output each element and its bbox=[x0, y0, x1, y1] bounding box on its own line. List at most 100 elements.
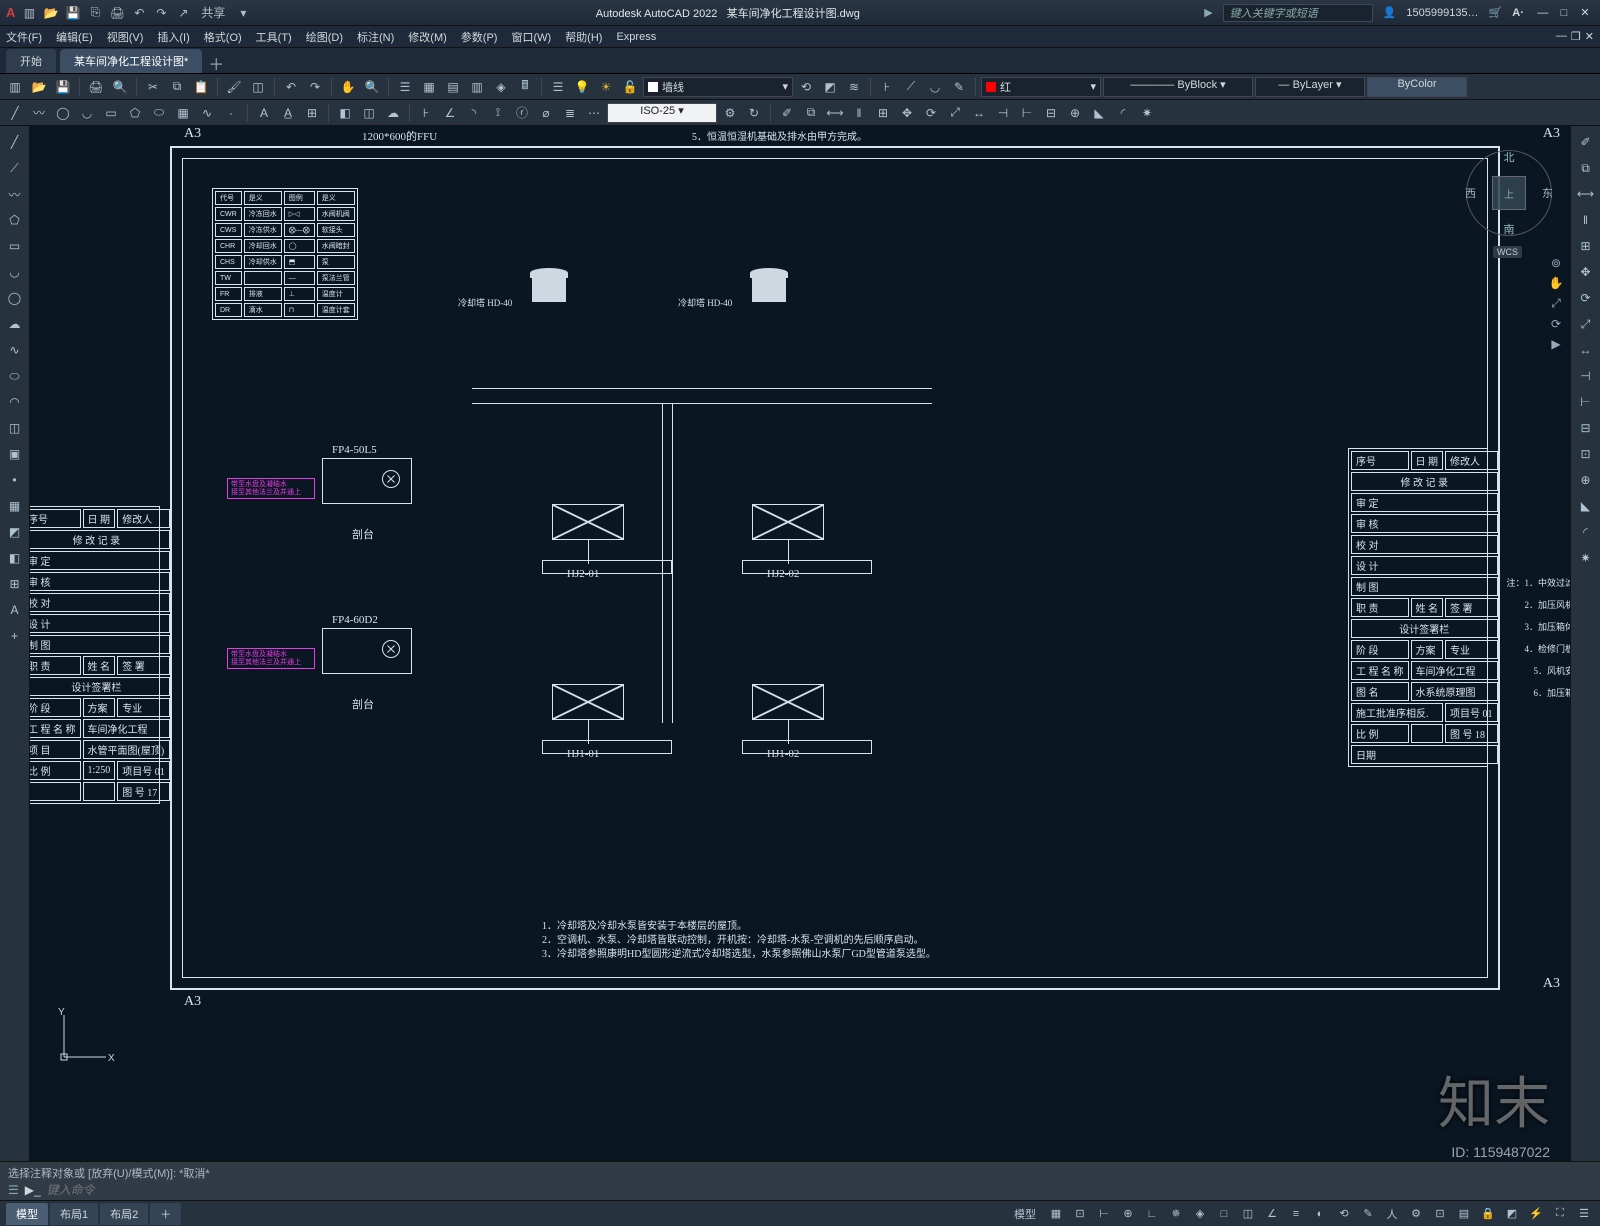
viewcube-north[interactable]: 北 bbox=[1504, 149, 1515, 165]
dimstyle-selector[interactable]: ISO-25 ▾ bbox=[607, 103, 717, 123]
rv-rotate-icon[interactable]: ⟳ bbox=[1574, 286, 1598, 310]
menu-modify[interactable]: 修改(M) bbox=[408, 29, 447, 45]
mod-trim-icon[interactable]: ⊣ bbox=[992, 102, 1014, 124]
help-search-input[interactable]: 键入关键字或短语 bbox=[1223, 4, 1373, 22]
std-undo-icon[interactable]: ↶ bbox=[280, 76, 302, 98]
menu-window[interactable]: 窗口(W) bbox=[511, 29, 551, 45]
menu-parametric[interactable]: 参数(P) bbox=[461, 29, 498, 45]
mod-stretch-icon[interactable]: ↔ bbox=[968, 102, 990, 124]
status-customize-icon[interactable]: ☰ bbox=[1574, 1204, 1594, 1224]
rv-mirror-icon[interactable]: ⟷ bbox=[1574, 182, 1598, 206]
menu-express[interactable]: Express bbox=[616, 31, 656, 43]
tab-start[interactable]: 开始 bbox=[6, 49, 56, 73]
new-tab-button[interactable]: ＋ bbox=[206, 53, 226, 73]
layer-match-icon[interactable]: ≋ bbox=[843, 76, 865, 98]
qat-open-icon[interactable]: 📂 bbox=[43, 5, 59, 21]
mdi-close-icon[interactable]: ✕ bbox=[1585, 30, 1594, 43]
cmd-arc-icon[interactable]: ◡ bbox=[76, 102, 98, 124]
user-name[interactable]: 1505999135… bbox=[1406, 7, 1478, 19]
rv-copy-icon[interactable]: ⧉ bbox=[1574, 156, 1598, 180]
dim-edit-icon[interactable]: ✎ bbox=[948, 76, 970, 98]
rv-offset-icon[interactable]: ‖ bbox=[1574, 208, 1598, 232]
std-save-icon[interactable]: 💾 bbox=[52, 76, 74, 98]
rv-stretch-icon[interactable]: ↔ bbox=[1574, 338, 1598, 362]
status-lockui-icon[interactable]: 🔒 bbox=[1478, 1204, 1498, 1224]
dim-update-icon[interactable]: ↻ bbox=[743, 102, 765, 124]
menu-tools[interactable]: 工具(T) bbox=[256, 29, 292, 45]
rv-erase-icon[interactable]: ✐ bbox=[1574, 130, 1598, 154]
cmd-revcloud-icon[interactable]: ☁ bbox=[382, 102, 404, 124]
v-ellipsearc-icon[interactable]: ◠ bbox=[3, 390, 27, 414]
status-polar-icon[interactable]: ✵ bbox=[1166, 1204, 1186, 1224]
cmd-point-icon[interactable]: · bbox=[220, 102, 242, 124]
dim-aligned-icon[interactable]: ⟋ bbox=[900, 76, 922, 98]
dim-style-mgr-icon[interactable]: ⚙ bbox=[719, 102, 741, 124]
status-selcycle-icon[interactable]: ⟲ bbox=[1334, 1204, 1354, 1224]
std-block-icon[interactable]: ◫ bbox=[247, 76, 269, 98]
v-table-icon[interactable]: ⊞ bbox=[3, 572, 27, 596]
cmd-mtext-icon[interactable]: A̲ bbox=[277, 102, 299, 124]
v-gradient-icon[interactable]: ◩ bbox=[3, 520, 27, 544]
v-addselected-icon[interactable]: + bbox=[3, 624, 27, 648]
qat-redo-icon[interactable]: ↷ bbox=[153, 5, 169, 21]
rv-scale-icon[interactable]: ⤢ bbox=[1574, 312, 1598, 336]
tab-current-drawing[interactable]: 某车间净化工程设计图* bbox=[60, 49, 202, 73]
plotstyle-selector[interactable]: ByColor bbox=[1367, 77, 1467, 97]
dim-continue-icon[interactable]: ⋯ bbox=[583, 102, 605, 124]
layer-manager-icon[interactable]: ☰ bbox=[547, 76, 569, 98]
cmd-circle-icon[interactable]: ◯ bbox=[52, 102, 74, 124]
cmd-rect-icon[interactable]: ▭ bbox=[100, 102, 122, 124]
v-line-icon[interactable]: ╱ bbox=[3, 130, 27, 154]
nav-pan-icon[interactable]: ✋ bbox=[1549, 276, 1564, 290]
menu-dimension[interactable]: 标注(N) bbox=[357, 29, 394, 45]
rv-array-icon[interactable]: ⊞ bbox=[1574, 234, 1598, 258]
v-polygon-icon[interactable]: ⬠ bbox=[3, 208, 27, 232]
status-hwaccel-icon[interactable]: ⚡ bbox=[1526, 1204, 1546, 1224]
status-units-icon[interactable]: ⊡ bbox=[1430, 1204, 1450, 1224]
std-matchprop-icon[interactable]: 🖌 bbox=[223, 76, 245, 98]
close-button[interactable]: ✕ bbox=[1576, 6, 1594, 19]
layer-selector[interactable]: 墙线 ▾ bbox=[643, 77, 793, 97]
std-toolpalettes-icon[interactable]: ▤ bbox=[442, 76, 464, 98]
status-ortho-icon[interactable]: ∟ bbox=[1142, 1204, 1162, 1224]
menu-insert[interactable]: 插入(I) bbox=[157, 29, 189, 45]
mod-offset-icon[interactable]: ‖ bbox=[848, 102, 870, 124]
status-transparency-icon[interactable]: ◐ bbox=[1310, 1204, 1330, 1224]
qat-dropdown-icon[interactable]: ▾ bbox=[235, 5, 251, 21]
color-selector[interactable]: 红 ▾ bbox=[981, 77, 1101, 97]
cmd-hatch-icon[interactable]: ▦ bbox=[172, 102, 194, 124]
menu-help[interactable]: 帮助(H) bbox=[565, 29, 602, 45]
viewcube-east[interactable]: 东 bbox=[1542, 185, 1553, 201]
status-snap-icon[interactable]: ⊡ bbox=[1070, 1204, 1090, 1224]
lineweight-selector[interactable]: — ByLayer ▾ bbox=[1255, 77, 1365, 97]
autodesk-app-icon[interactable]: A· bbox=[1512, 7, 1524, 19]
qat-share-icon[interactable]: ↗ bbox=[175, 5, 191, 21]
std-sheetset-icon[interactable]: ▥ bbox=[466, 76, 488, 98]
cmd-ellipse-icon[interactable]: ⬭ bbox=[148, 102, 170, 124]
cmd-text-icon[interactable]: A bbox=[253, 102, 275, 124]
menu-file[interactable]: 文件(F) bbox=[6, 29, 42, 45]
std-properties-icon[interactable]: ☰ bbox=[394, 76, 416, 98]
status-isodraft-icon[interactable]: ◈ bbox=[1190, 1204, 1210, 1224]
wcs-badge[interactable]: WCS bbox=[1493, 246, 1522, 258]
v-region-icon[interactable]: ◧ bbox=[3, 546, 27, 570]
drawing-canvas[interactable]: 序号日 期修改人 修 改 记 录 审 定 审 核 校 对 设 计 制 图 职 责… bbox=[30, 126, 1570, 1170]
std-redo-icon[interactable]: ↷ bbox=[304, 76, 326, 98]
v-xline-icon[interactable]: ⟋ bbox=[3, 156, 27, 180]
mod-rotate-icon[interactable]: ⟳ bbox=[920, 102, 942, 124]
nav-wheel-icon[interactable]: ⊚ bbox=[1551, 256, 1561, 270]
mod-join-icon[interactable]: ⊕ bbox=[1064, 102, 1086, 124]
mod-array-icon[interactable]: ⊞ bbox=[872, 102, 894, 124]
v-mtext-icon[interactable]: A bbox=[3, 598, 27, 622]
std-preview-icon[interactable]: 🔍 bbox=[109, 76, 131, 98]
rv-move-icon[interactable]: ✥ bbox=[1574, 260, 1598, 284]
dim-radius-icon[interactable]: ◡ bbox=[924, 76, 946, 98]
std-calc-icon[interactable]: 🖩 bbox=[514, 76, 536, 98]
cmd-boundary-icon[interactable]: ◫ bbox=[358, 102, 380, 124]
menu-format[interactable]: 格式(O) bbox=[204, 29, 242, 45]
rv-break-icon[interactable]: ⊡ bbox=[1574, 442, 1598, 466]
status-grid-icon[interactable]: ▦ bbox=[1046, 1204, 1066, 1224]
status-infer-icon[interactable]: ⊢ bbox=[1094, 1204, 1114, 1224]
rv-breakpt-icon[interactable]: ⊟ bbox=[1574, 416, 1598, 440]
std-copy-icon[interactable]: ⧉ bbox=[166, 76, 188, 98]
